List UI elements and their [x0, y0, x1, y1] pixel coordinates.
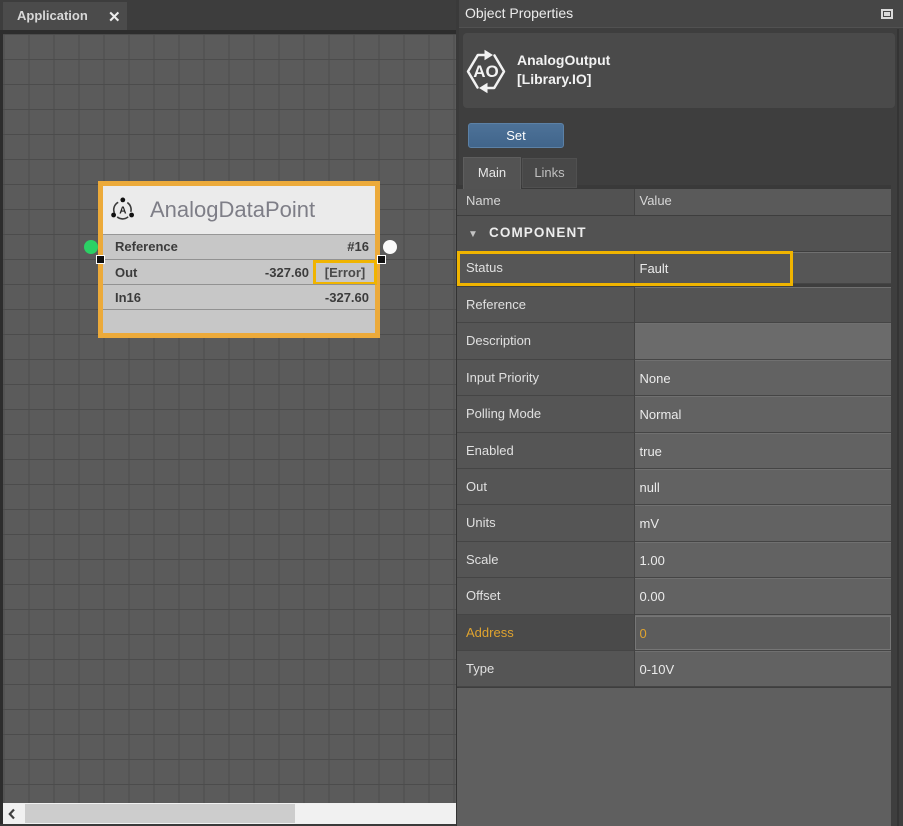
svg-text:AO: AO [473, 62, 499, 81]
svg-text:A: A [119, 205, 126, 216]
